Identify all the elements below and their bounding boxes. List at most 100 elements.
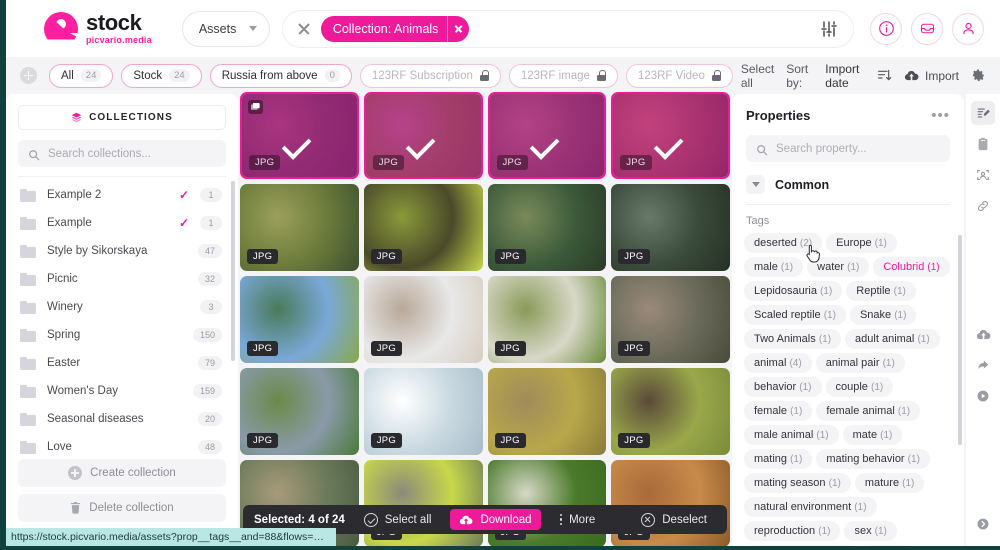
asset-thumbnail-15[interactable]: JPG bbox=[611, 368, 730, 455]
asset-thumbnail-0[interactable]: JPG bbox=[240, 92, 359, 179]
edit-icon[interactable] bbox=[971, 101, 995, 125]
asset-thumbnail-6[interactable]: JPG bbox=[487, 184, 607, 271]
tag-chip-10[interactable]: adult animal (1) bbox=[845, 329, 940, 349]
collections-list[interactable]: Example 2 ✓ 1 Example ✓ 1 Style by Sikorskaya 4… bbox=[6, 177, 238, 459]
tag-chip-18[interactable]: mate (1) bbox=[842, 425, 903, 445]
asset-thumbnail-14[interactable]: JPG bbox=[487, 368, 607, 455]
tag-chip-8[interactable]: Snake (1) bbox=[849, 305, 917, 325]
tag-chip-21[interactable]: mating season (1) bbox=[744, 473, 851, 493]
tag-chip-25[interactable]: sex (1) bbox=[844, 521, 897, 541]
tag-chip-14[interactable]: couple (1) bbox=[825, 377, 894, 397]
clipboard-icon[interactable] bbox=[971, 132, 995, 156]
ellipsis-icon[interactable]: ••• bbox=[931, 108, 950, 123]
info-icon[interactable] bbox=[870, 12, 902, 45]
collection-item-0[interactable]: Example 2 ✓ 1 bbox=[6, 181, 238, 209]
delete-collection-button[interactable]: Delete collection bbox=[18, 494, 226, 522]
tags-scrollbar[interactable] bbox=[958, 235, 962, 445]
collections-scrollbar[interactable] bbox=[231, 181, 235, 361]
tag-chip-24[interactable]: reproduction (1) bbox=[744, 521, 841, 541]
collections-search-input[interactable] bbox=[48, 147, 216, 160]
app-logo[interactable]: stock picvario.media bbox=[44, 11, 152, 46]
tag-chip-17[interactable]: male animal (1) bbox=[744, 425, 839, 445]
filter-chip-0[interactable]: All 24 bbox=[49, 63, 114, 88]
asset-thumbnail-13[interactable]: JPG bbox=[363, 368, 483, 455]
asset-thumbnail-5[interactable]: JPG bbox=[363, 184, 483, 271]
filter-chip-2[interactable]: Russia from above 0 bbox=[209, 63, 352, 88]
user-icon[interactable] bbox=[952, 12, 984, 45]
tag-chip-23[interactable]: natural environment (1) bbox=[744, 497, 877, 517]
sort-by-value[interactable]: Import date bbox=[825, 62, 865, 90]
property-search[interactable] bbox=[746, 135, 950, 162]
collections-header-button[interactable]: COLLECTIONS bbox=[18, 105, 226, 130]
tag-chip-1[interactable]: Europe (1) bbox=[826, 233, 897, 253]
tag-chip-20[interactable]: mating behavior (1) bbox=[816, 449, 930, 469]
plus-circle-icon[interactable] bbox=[20, 67, 37, 84]
import-button[interactable]: Import bbox=[904, 68, 959, 83]
select-all-button[interactable]: Select all bbox=[355, 509, 441, 530]
asset-thumbnail-2[interactable]: JPG bbox=[487, 92, 607, 179]
collection-filter-close-icon[interactable] bbox=[447, 15, 469, 42]
collection-item-1[interactable]: Example ✓ 1 bbox=[6, 209, 238, 237]
tag-chip-15[interactable]: female (1) bbox=[744, 401, 813, 421]
filter-chip-3[interactable]: 123RF Subscription bbox=[359, 63, 501, 88]
tag-chip-16[interactable]: female animal (1) bbox=[816, 401, 921, 421]
tag-chip-11[interactable]: animal (4) bbox=[744, 353, 812, 373]
deselect-button[interactable]: Deselect bbox=[632, 509, 716, 530]
collection-item-5[interactable]: Spring 150 bbox=[6, 321, 238, 349]
asset-thumbnail-9[interactable]: JPG bbox=[363, 276, 483, 363]
collection-filter-pill[interactable]: Collection: Animals bbox=[320, 15, 470, 42]
sort-descending-icon[interactable] bbox=[877, 68, 892, 83]
collection-item-9[interactable]: Love 48 bbox=[6, 433, 238, 459]
tag-chip-22[interactable]: mature (1) bbox=[854, 473, 925, 493]
asset-grid[interactable]: JPG JPG JPG JPG JPG JPG JPG JPG JPG JPG JPG JPG JPG J… bbox=[240, 92, 730, 550]
create-collection-button[interactable]: Create collection bbox=[18, 459, 226, 487]
asset-thumbnail-8[interactable]: JPG bbox=[240, 276, 359, 363]
gear-icon[interactable] bbox=[971, 68, 986, 83]
face-detect-icon[interactable] bbox=[971, 163, 995, 187]
tag-chip-3[interactable]: water (1) bbox=[807, 257, 870, 277]
tag-chip-19[interactable]: mating (1) bbox=[744, 449, 813, 469]
collection-item-3[interactable]: Picnic 32 bbox=[6, 265, 238, 293]
tags-container[interactable]: deserted (2) Europe (1) male (1) water (1) C… bbox=[732, 233, 964, 550]
play-circle-icon[interactable] bbox=[971, 384, 995, 408]
collection-item-7[interactable]: Women's Day 159 bbox=[6, 377, 238, 405]
asset-thumbnail-1[interactable]: JPG bbox=[363, 92, 483, 179]
tag-chip-5[interactable]: Lepidosauria (1) bbox=[744, 281, 843, 301]
collection-item-8[interactable]: Seasonal diseases 20 bbox=[6, 405, 238, 433]
tag-chip-2[interactable]: male (1) bbox=[744, 257, 804, 277]
more-button[interactable]: More bbox=[551, 509, 605, 530]
collection-item-4[interactable]: Winery 3 bbox=[6, 293, 238, 321]
share-icon[interactable] bbox=[971, 353, 995, 377]
tag-chip-4[interactable]: Colubrid (1) bbox=[873, 257, 950, 277]
tag-chip-0[interactable]: deserted (2) bbox=[744, 233, 823, 253]
tag-chip-9[interactable]: Two Animals (1) bbox=[744, 329, 842, 349]
link-icon[interactable] bbox=[971, 194, 995, 218]
collection-item-2[interactable]: Style by Sikorskaya 47 bbox=[6, 237, 238, 265]
asset-thumbnail-12[interactable]: JPG bbox=[240, 368, 359, 455]
scope-dropdown[interactable]: Assets bbox=[181, 10, 270, 47]
asset-thumbnail-10[interactable]: JPG bbox=[487, 276, 607, 363]
inbox-icon[interactable] bbox=[911, 12, 943, 45]
filter-chip-4[interactable]: 123RF image bbox=[508, 63, 618, 88]
sliders-icon[interactable] bbox=[819, 19, 839, 39]
asset-thumbnail-3[interactable]: JPG bbox=[611, 92, 730, 179]
collections-search[interactable] bbox=[18, 140, 226, 167]
asset-thumbnail-11[interactable]: JPG bbox=[611, 276, 730, 363]
tag-chip-13[interactable]: behavior (1) bbox=[744, 377, 822, 397]
arrow-right-circle-icon[interactable] bbox=[971, 512, 995, 536]
tag-chip-7[interactable]: Scaled reptile (1) bbox=[744, 305, 846, 325]
asset-thumbnail-4[interactable]: JPG bbox=[240, 184, 359, 271]
filter-chip-5[interactable]: 123RF Video bbox=[625, 63, 733, 88]
tag-chip-6[interactable]: Reptile (1) bbox=[846, 281, 916, 301]
asset-thumbnail-7[interactable]: JPG bbox=[611, 184, 730, 271]
close-icon[interactable] bbox=[297, 22, 311, 36]
select-all-link[interactable]: Select all bbox=[741, 62, 774, 90]
search-bar[interactable]: Collection: Animals bbox=[281, 9, 854, 48]
property-search-input[interactable] bbox=[776, 142, 940, 155]
collection-item-6[interactable]: Easter 79 bbox=[6, 349, 238, 377]
upload-cloud-icon[interactable] bbox=[971, 322, 995, 346]
download-button[interactable]: Download bbox=[450, 509, 541, 530]
tag-chip-12[interactable]: animal pair (1) bbox=[815, 353, 905, 373]
filter-chip-1[interactable]: Stock 24 bbox=[121, 63, 202, 88]
section-common-toggle[interactable]: Common bbox=[732, 162, 964, 194]
